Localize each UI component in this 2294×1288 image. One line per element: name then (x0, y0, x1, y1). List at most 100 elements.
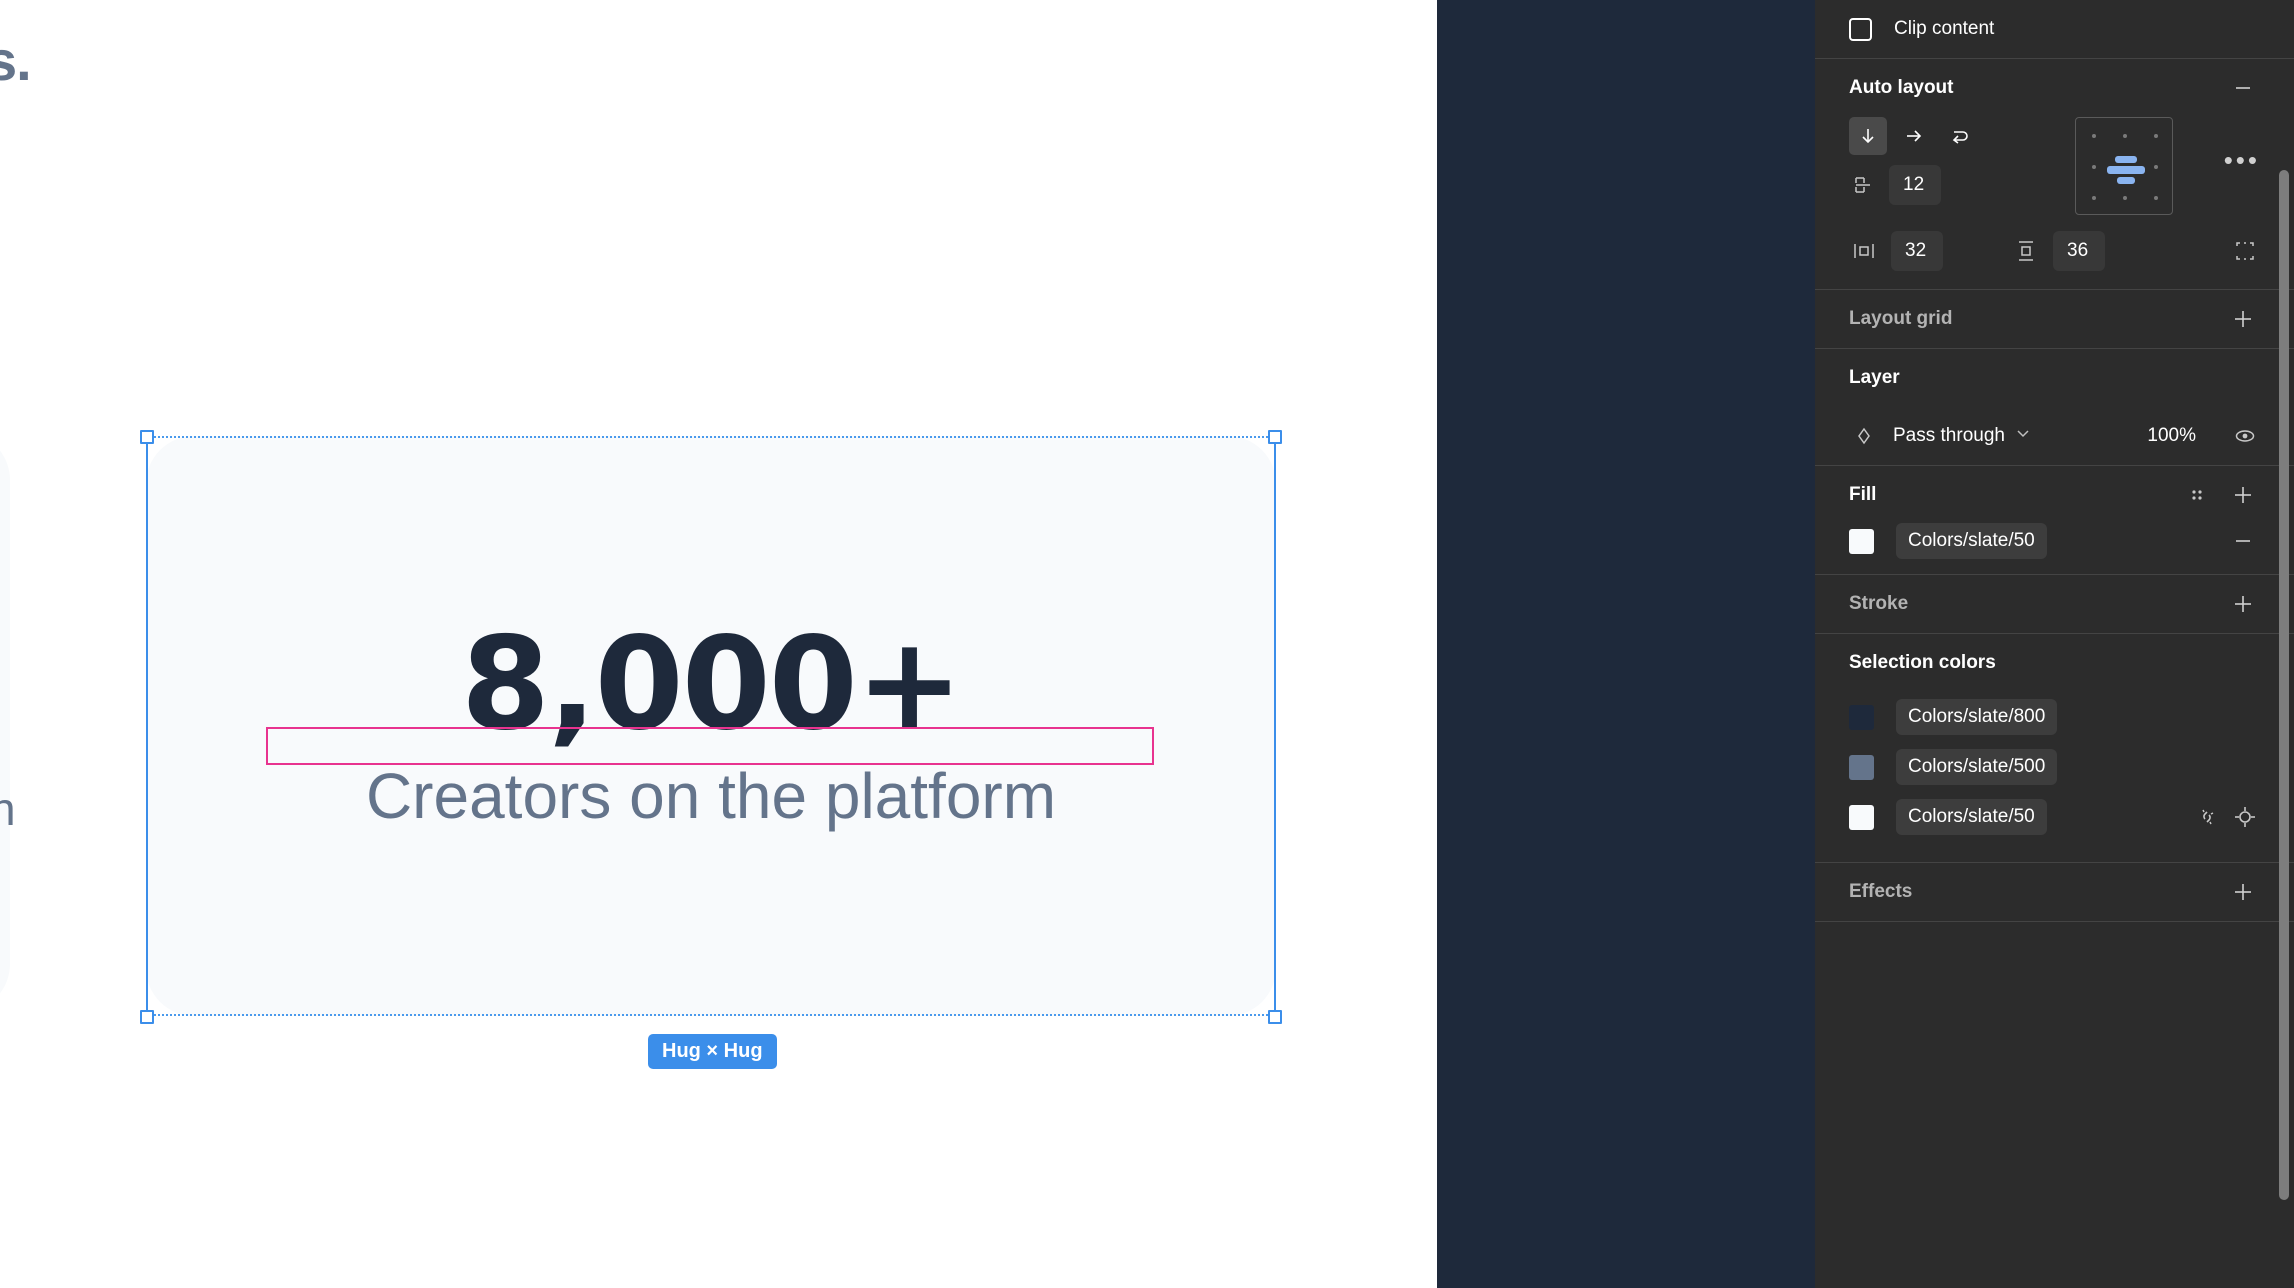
fill-styles-icon[interactable] (2182, 480, 2212, 510)
effects-section: Effects (1815, 863, 2294, 922)
alignment-picker[interactable] (2075, 117, 2173, 215)
resize-handle-bottom-right[interactable] (1268, 1010, 1282, 1024)
chevron-down-icon[interactable] (2015, 425, 2031, 447)
selection-colors-header: Selection colors (1849, 634, 2260, 692)
select-matching-icon[interactable] (2230, 802, 2260, 832)
align-dot-middle-left[interactable] (2092, 165, 2096, 169)
align-dot-middle-right[interactable] (2154, 165, 2158, 169)
gap-input[interactable]: 12 (1889, 165, 1941, 205)
neighbor-card-caption-fragment: n (0, 782, 16, 836)
individual-padding-icon[interactable] (2230, 236, 2260, 266)
align-dot-bottom-left[interactable] (2092, 196, 2096, 200)
remove-auto-layout-button[interactable] (2226, 71, 2260, 105)
neighbor-card-fragment[interactable] (0, 432, 10, 1012)
resize-handle-top-right[interactable] (1268, 430, 1282, 444)
vertical-gap-icon (1849, 170, 1879, 200)
layout-grid-header: Layout grid (1849, 290, 2260, 348)
auto-layout-header: Auto layout (1849, 59, 2260, 117)
align-dot-top-right[interactable] (2154, 134, 2158, 138)
fill-section: Fill (1815, 466, 2294, 575)
fill-title: Fill (1849, 484, 1876, 506)
design-canvas[interactable]: s. n 8,000+ Creators on the platform Hug… (0, 0, 1437, 1288)
stroke-header: Stroke (1849, 575, 2260, 633)
layer-header: Layer (1849, 349, 2260, 407)
selection-edge-left (146, 436, 148, 1016)
align-dot-top-left[interactable] (2092, 134, 2096, 138)
gap-control: 12 (1849, 165, 2049, 205)
layer-title: Layer (1849, 367, 1900, 389)
eye-icon[interactable] (2230, 421, 2260, 451)
resize-handle-top-left[interactable] (140, 430, 154, 444)
auto-layout-more-options-button[interactable]: ••• (2224, 117, 2260, 173)
horizontal-padding-input[interactable]: 32 (1891, 231, 1943, 271)
layer-section: Layer Pass through 100% (1815, 349, 2294, 466)
align-dot-bottom-center[interactable] (2123, 196, 2127, 200)
add-layout-grid-button[interactable] (2226, 302, 2260, 336)
selection-color-name[interactable]: Colors/slate/500 (1896, 749, 2057, 785)
stat-caption[interactable]: Creators on the platform (366, 761, 1056, 831)
auto-layout-top-row: 12 (1849, 117, 2260, 215)
stat-card-content: 8,000+ Creators on the platform (146, 436, 1276, 1016)
align-dot-top-center[interactable] (2123, 134, 2127, 138)
auto-layout-controls: 12 (1849, 117, 2260, 289)
stroke-section: Stroke (1815, 575, 2294, 634)
size-badge[interactable]: Hug × Hug (648, 1034, 777, 1069)
clip-content-row[interactable]: Clip content (1849, 0, 2260, 58)
selection-color-row: Colors/slate/50 (1849, 792, 2260, 842)
selection-color-name[interactable]: Colors/slate/50 (1896, 799, 2047, 835)
layout-grid-section: Layout grid (1815, 290, 2294, 349)
panel-vertical-scrollbar[interactable] (2279, 170, 2289, 1200)
properties-panel: Clip content Auto layout (1815, 0, 2294, 1288)
vertical-padding-input[interactable]: 36 (2053, 231, 2105, 271)
selection-color-swatch[interactable] (1849, 805, 1874, 830)
add-effect-button[interactable] (2226, 875, 2260, 909)
clip-content-section: Clip content (1815, 0, 2294, 59)
blend-mode-icon (1849, 421, 1879, 451)
selection-color-swatch[interactable] (1849, 755, 1874, 780)
vertical-padding-control: 36 (2011, 231, 2105, 271)
align-preview-bar-bot (2117, 177, 2135, 184)
fill-style-name[interactable]: Colors/slate/50 (1896, 523, 2047, 559)
add-stroke-button[interactable] (2226, 587, 2260, 621)
arrow-right-icon[interactable] (1895, 117, 1933, 155)
align-preview-bar-top (2115, 156, 2137, 163)
layer-opacity-input[interactable]: 100% (2147, 425, 2196, 447)
effects-header: Effects (1849, 863, 2260, 921)
arrow-down-icon[interactable] (1849, 117, 1887, 155)
padding-controls: 32 36 (1849, 231, 2260, 271)
align-dot-bottom-right[interactable] (2154, 196, 2158, 200)
detach-style-icon[interactable] (2192, 802, 2222, 832)
fill-item-row: Colors/slate/50 (1849, 524, 2260, 574)
neighbor-text-fragment-top: s. (0, 28, 31, 93)
resize-handle-bottom-left[interactable] (140, 1010, 154, 1024)
add-fill-button[interactable] (2226, 478, 2260, 512)
selection-edge-right (1274, 436, 1276, 1016)
auto-layout-left-controls: 12 (1849, 117, 2049, 205)
auto-layout-title: Auto layout (1849, 77, 1954, 99)
blend-mode-value[interactable]: Pass through (1893, 425, 2005, 447)
direction-toggle-group (1849, 117, 2049, 155)
figma-editor-window: s. n 8,000+ Creators on the platform Hug… (0, 0, 2294, 1288)
clip-content-checkbox[interactable] (1849, 18, 1872, 41)
clip-content-label: Clip content (1894, 18, 1994, 40)
auto-layout-section: Auto layout (1815, 59, 2294, 290)
wrap-icon[interactable] (1941, 117, 1979, 155)
blend-mode-row: Pass through 100% (1849, 407, 2260, 465)
stroke-title: Stroke (1849, 593, 1908, 615)
fill-header: Fill (1849, 466, 2260, 524)
selection-color-name[interactable]: Colors/slate/800 (1896, 699, 2057, 735)
align-preview-bar-mid (2107, 166, 2145, 174)
selection-color-row: Colors/slate/500 (1849, 742, 2260, 792)
selection-color-swatch[interactable] (1849, 705, 1874, 730)
remove-fill-button[interactable] (2226, 524, 2260, 558)
layout-grid-title: Layout grid (1849, 308, 1952, 330)
selection-colors-section: Selection colors Colors/slate/800 Colors… (1815, 634, 2294, 863)
horizontal-padding-icon (1849, 236, 1879, 266)
vertical-padding-icon (2011, 236, 2041, 266)
effects-title: Effects (1849, 881, 1912, 903)
stat-number[interactable]: 8,000+ (461, 621, 961, 749)
canvas-backdrop (1437, 0, 1815, 1288)
fill-color-swatch[interactable] (1849, 529, 1874, 554)
selection-color-row: Colors/slate/800 (1849, 692, 2260, 742)
selection-colors-title: Selection colors (1849, 652, 1996, 674)
